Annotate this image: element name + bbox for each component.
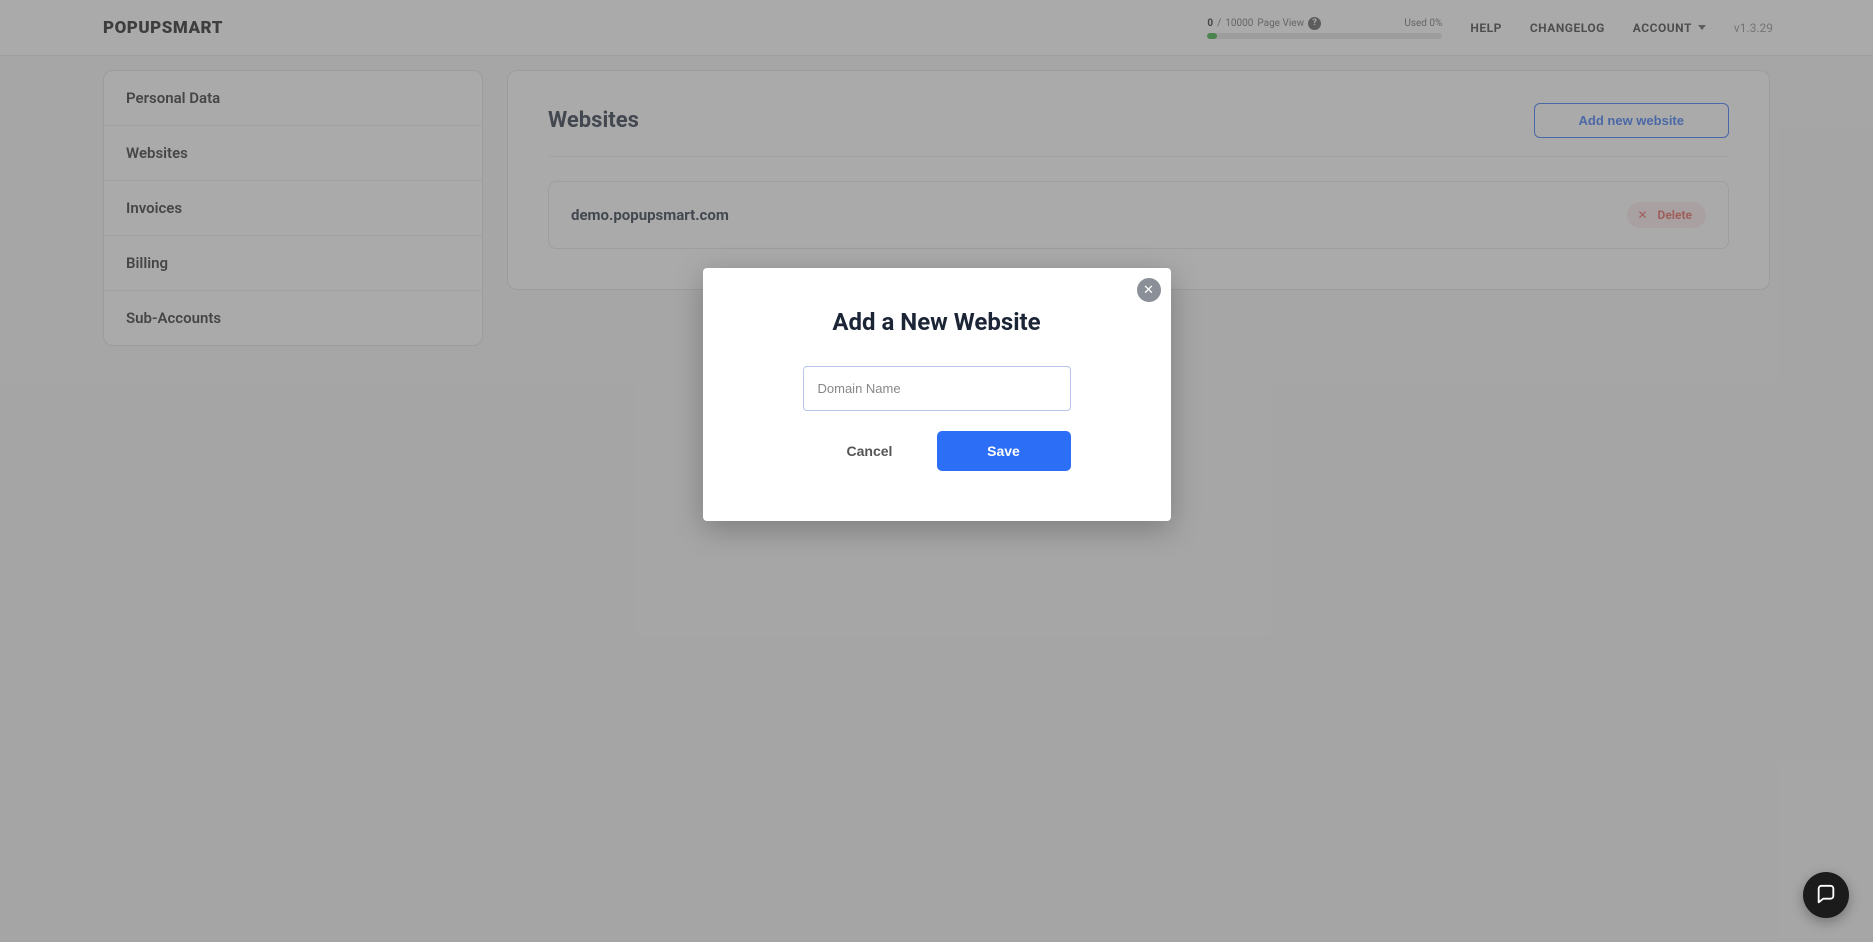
save-button[interactable]: Save	[937, 431, 1071, 471]
cancel-button[interactable]: Cancel	[803, 431, 937, 471]
modal-close-button[interactable]: ✕	[1137, 278, 1161, 302]
chat-icon	[1815, 884, 1837, 906]
modal-actions: Cancel Save	[803, 431, 1071, 471]
chat-widget-button[interactable]	[1803, 872, 1849, 918]
modal-title: Add a New Website	[743, 308, 1131, 336]
add-website-modal: ✕ Add a New Website Cancel Save	[703, 268, 1171, 521]
modal-overlay[interactable]: ✕ Add a New Website Cancel Save	[0, 0, 1873, 942]
close-icon: ✕	[1143, 283, 1154, 298]
domain-name-input[interactable]	[803, 366, 1071, 411]
